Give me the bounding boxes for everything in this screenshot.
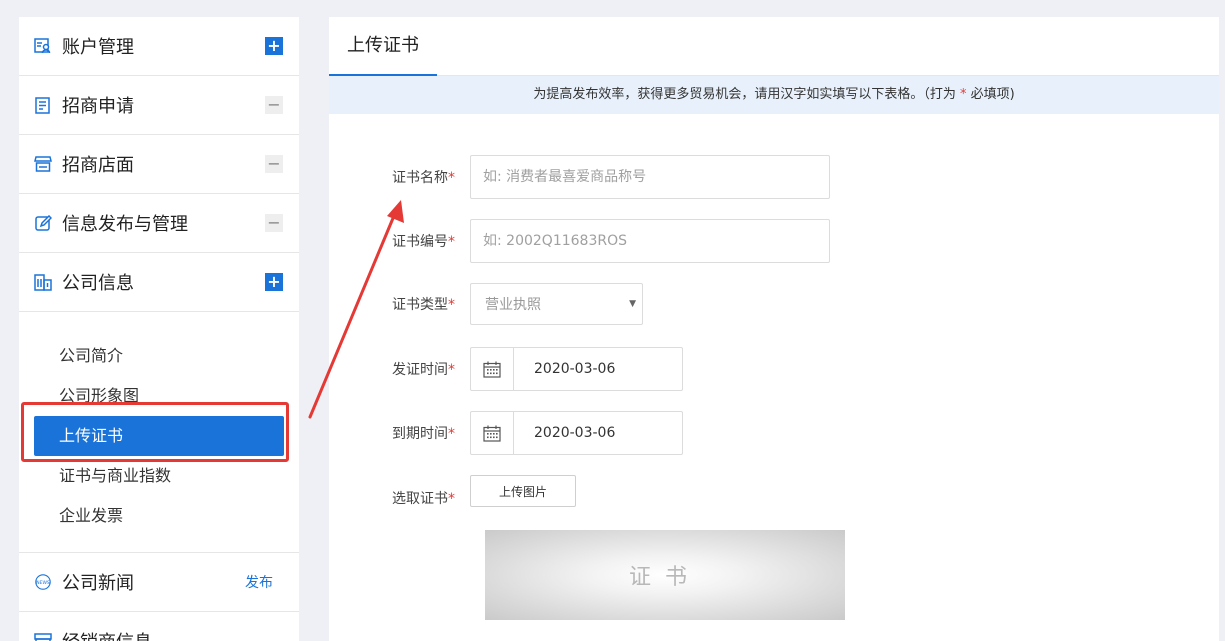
apply-icon (34, 96, 52, 114)
select-cert-label: 选取证书* (392, 491, 455, 507)
cert-type-select[interactable]: 营业执照 ▼ (470, 283, 643, 325)
calendar-icon[interactable] (471, 412, 514, 454)
expand-toggle[interactable]: + (265, 273, 283, 291)
issue-date-value: 2020-03-06 (534, 361, 616, 377)
subnav-invoice[interactable]: 企业发票 (19, 496, 299, 536)
nav-label: 招商申请 (62, 96, 134, 117)
cert-type-label: 证书类型* (392, 297, 455, 313)
expand-toggle[interactable]: + (265, 37, 283, 55)
issue-date-picker[interactable]: 2020-03-06 (470, 347, 683, 391)
publish-news-link[interactable]: 发布 (245, 572, 273, 592)
store-icon (34, 155, 52, 173)
company-subnav: 公司简介 公司形象图 上传证书 证书与商业指数 企业发票 (19, 312, 299, 553)
cert-type-row: 证书类型* 营业执照 ▼ (329, 283, 643, 325)
cert-type-value: 营业执照 (485, 297, 541, 313)
dealer-icon (34, 632, 52, 641)
nav-item-account[interactable]: 账户管理 + (19, 17, 299, 76)
nav-label: 经销商信息 (62, 628, 152, 641)
nav-item-dealer-info[interactable]: 经销商信息 (19, 612, 299, 641)
cert-name-input[interactable] (470, 155, 830, 199)
nav-label: 公司新闻 (62, 573, 134, 594)
preview-watermark-text: 证书 (628, 565, 701, 590)
calendar-icon[interactable] (471, 348, 514, 390)
subnav-company-profile[interactable]: 公司简介 (19, 336, 299, 376)
sidebar: 账户管理 + 招商申请 − 招商店面 − 信息发布与管理 − 公司信息 + 公司… (19, 17, 299, 641)
collapse-toggle[interactable]: − (265, 96, 283, 114)
cert-no-input[interactable] (470, 219, 830, 263)
collapse-toggle[interactable]: − (265, 155, 283, 173)
subnav-certificate-index[interactable]: 证书与商业指数 (19, 456, 299, 496)
expire-date-label: 到期时间* (392, 426, 455, 442)
cert-no-row: 证书编号* (329, 219, 830, 263)
certificate-preview-image: 证书 (485, 530, 845, 620)
cert-no-label: 证书编号* (392, 234, 455, 250)
account-icon (34, 37, 52, 55)
nav-label: 信息发布与管理 (62, 214, 188, 235)
nav-item-company-info[interactable]: 公司信息 + (19, 253, 299, 312)
nav-item-apply[interactable]: 招商申请 − (19, 76, 299, 135)
notice-banner: 为提高发布效率，获得更多贸易机会，请用汉字如实填写以下表格。（打为 * 必填项) (329, 76, 1219, 114)
notice-text: 为提高发布效率，获得更多贸易机会，请用汉字如实填写以下表格。（打为 (533, 87, 956, 102)
subnav-upload-certificate[interactable]: 上传证书 (34, 416, 284, 456)
caret-down-icon: ▼ (629, 299, 636, 309)
upload-image-button[interactable]: 上传图片 (470, 475, 576, 507)
edit-icon (34, 214, 52, 232)
nav-item-store[interactable]: 招商店面 − (19, 135, 299, 194)
nav-item-publish-manage[interactable]: 信息发布与管理 − (19, 194, 299, 253)
nav-label: 公司信息 (62, 273, 134, 294)
notice-text-end: 必填项) (970, 87, 1015, 102)
svg-text:NEWS: NEWS (36, 580, 50, 586)
cert-name-row: 证书名称* (329, 155, 830, 199)
subnav-company-image[interactable]: 公司形象图 (19, 376, 299, 416)
collapse-toggle[interactable]: − (265, 214, 283, 232)
tab-bar: 上传证书 (329, 17, 1219, 76)
issue-date-row: 发证时间* 2020-03-06 (329, 347, 683, 391)
nav-item-company-news[interactable]: NEWS 公司新闻 发布 (19, 553, 299, 612)
expire-date-row: 到期时间* 2020-03-06 (329, 411, 683, 455)
building-icon (34, 273, 52, 291)
cert-name-label: 证书名称* (392, 170, 455, 186)
expire-date-value: 2020-03-06 (534, 425, 616, 441)
news-icon: NEWS (34, 573, 52, 591)
select-cert-row: 选取证书* 上传图片 (329, 475, 576, 508)
expire-date-picker[interactable]: 2020-03-06 (470, 411, 683, 455)
tab-upload-certificate[interactable]: 上传证书 (329, 17, 437, 76)
nav-label: 账户管理 (62, 37, 134, 58)
nav-label: 招商店面 (62, 155, 134, 176)
issue-date-label: 发证时间* (392, 362, 455, 378)
main-panel: 上传证书 为提高发布效率，获得更多贸易机会，请用汉字如实填写以下表格。（打为 *… (329, 17, 1219, 641)
required-star: * (959, 87, 967, 102)
